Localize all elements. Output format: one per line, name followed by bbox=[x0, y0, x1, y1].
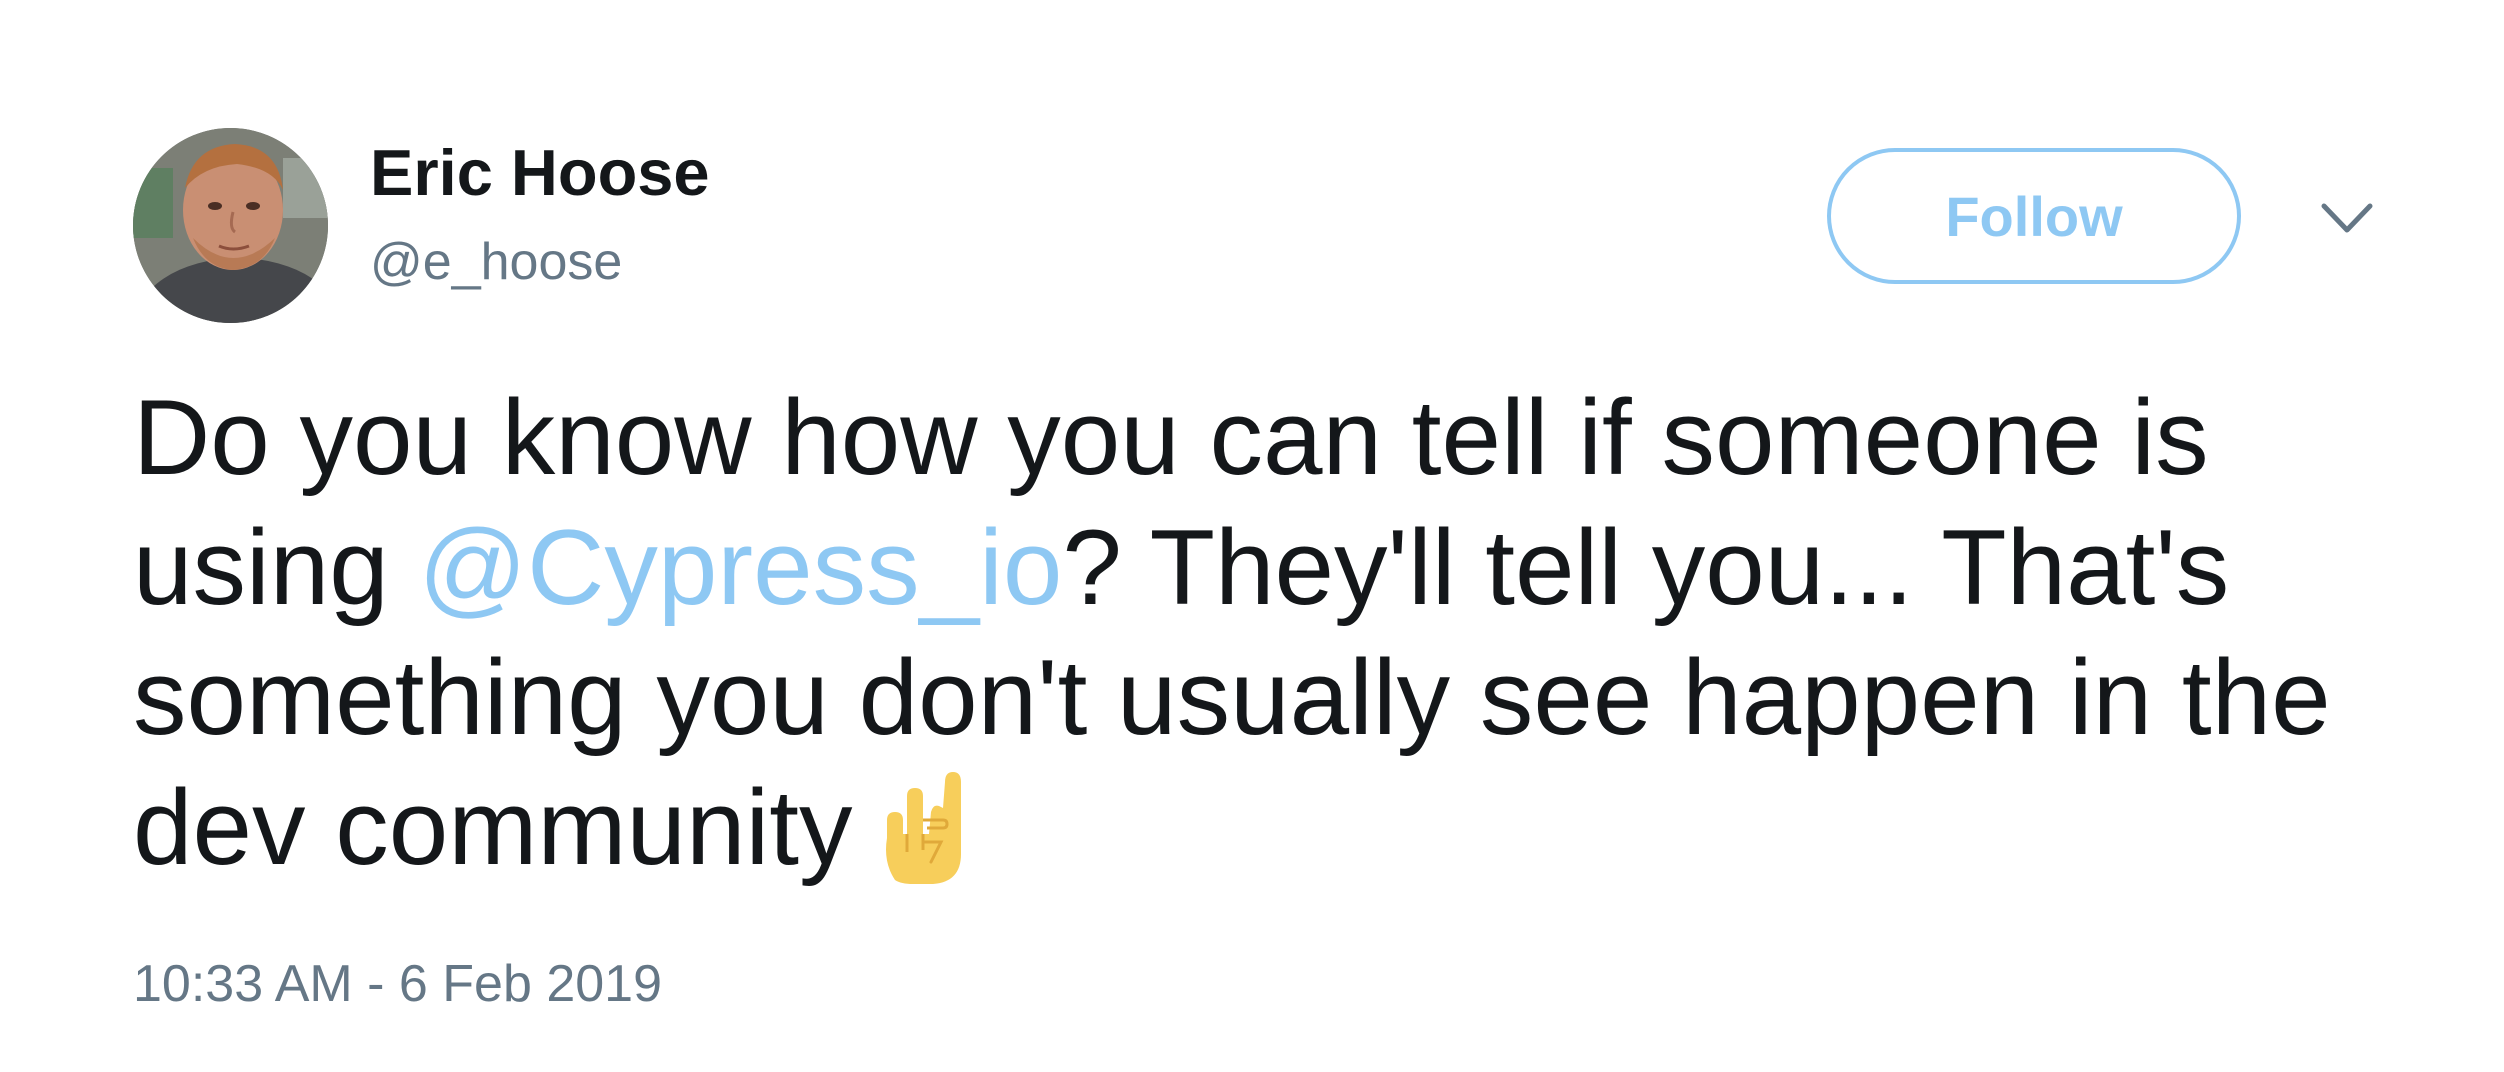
tweet-timestamp[interactable]: 10:33 AM - 6 Feb 2019 bbox=[133, 958, 662, 1010]
tweet-card: Eric Hoose @e_hoose Follow Do you know h… bbox=[0, 0, 2504, 1072]
chevron-down-icon[interactable] bbox=[2318, 198, 2376, 238]
follow-button[interactable]: Follow bbox=[1827, 148, 2241, 284]
user-handle[interactable]: @e_hoose bbox=[370, 236, 622, 288]
display-name[interactable]: Eric Hoose bbox=[370, 140, 710, 205]
tweet-text: Do you know how you can tell if someone … bbox=[133, 372, 2423, 892]
avatar[interactable] bbox=[133, 128, 328, 323]
rock-on-hand-icon bbox=[873, 762, 973, 892]
mention-link[interactable]: @Cypress_io bbox=[419, 507, 1063, 627]
avatar-photo bbox=[133, 128, 328, 323]
